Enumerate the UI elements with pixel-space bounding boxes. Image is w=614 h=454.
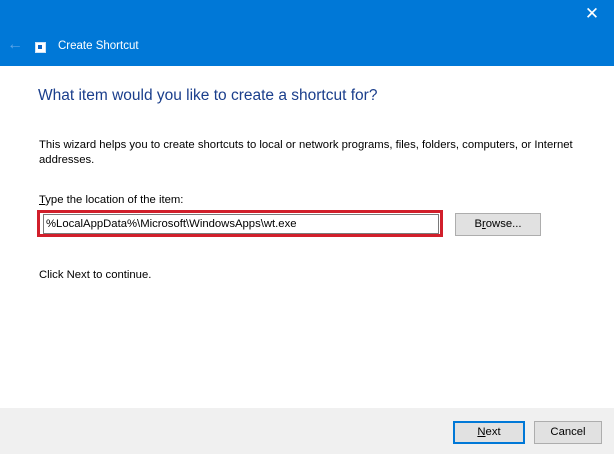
- close-icon[interactable]: ✕: [580, 2, 604, 26]
- window-title: Create Shortcut: [58, 40, 139, 52]
- shortcut-app-icon: [35, 42, 46, 53]
- continue-instruction: Click Next to continue.: [39, 269, 152, 281]
- browse-label-end: owse...: [485, 218, 522, 230]
- location-label: Type the location of the item:: [39, 193, 183, 208]
- title-bar: ✕ ← Create Shortcut: [0, 0, 614, 66]
- next-button[interactable]: Next: [453, 421, 525, 444]
- create-shortcut-window: ✕ ← Create Shortcut What item would you …: [0, 0, 614, 454]
- next-label-mnemonic: N: [477, 426, 486, 438]
- back-arrow-icon[interactable]: ←: [6, 36, 24, 54]
- location-label-text: ype the location of the item:: [45, 194, 184, 206]
- wizard-description: This wizard helps you to create shortcut…: [39, 139, 573, 166]
- browse-label-start: B: [474, 218, 482, 230]
- cancel-button[interactable]: Cancel: [534, 421, 602, 444]
- next-label-text: ext: [485, 426, 501, 438]
- wizard-heading: What item would you like to create a sho…: [38, 87, 378, 104]
- location-highlight-box: [37, 210, 443, 237]
- browse-button[interactable]: Browse...: [455, 213, 541, 236]
